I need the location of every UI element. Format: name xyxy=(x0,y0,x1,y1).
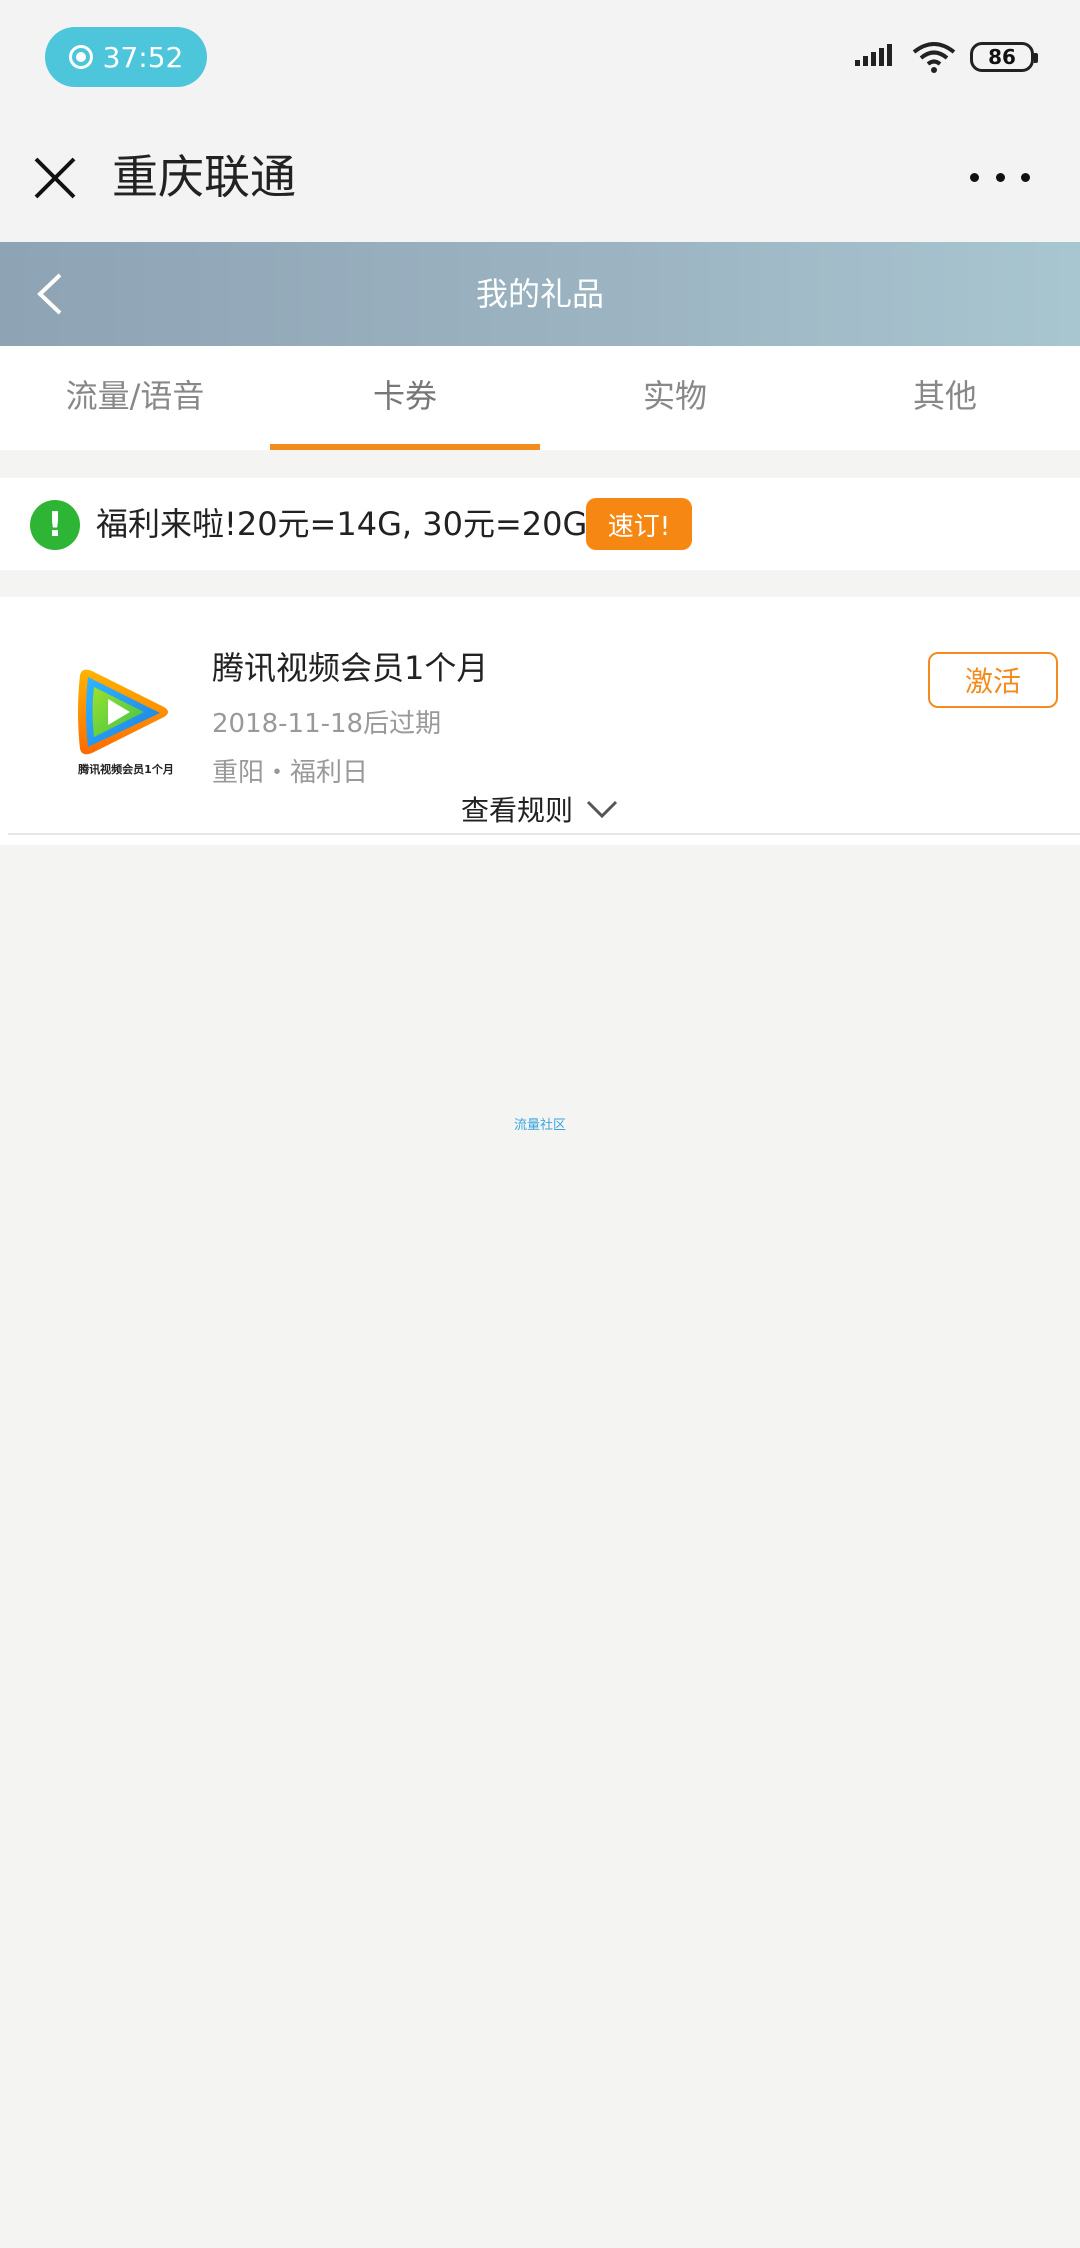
more-dot-icon xyxy=(995,172,1005,182)
tab-data-voice[interactable]: 流量/语音 xyxy=(0,346,270,450)
tab-coupons[interactable]: 卡券 xyxy=(270,346,540,450)
tab-physical[interactable]: 实物 xyxy=(540,346,810,450)
divider xyxy=(8,833,1080,835)
category-tabs: 流量/语音 卡券 实物 其他 xyxy=(0,346,1080,450)
app-title-bar: 重庆联通 xyxy=(0,115,1080,242)
status-bar: 37:52 86 xyxy=(0,0,1080,115)
wifi-icon xyxy=(912,42,956,73)
tencent-video-logo-icon xyxy=(78,669,168,755)
exclamation-icon: ! xyxy=(30,500,80,550)
view-rules-label: 查看规则 xyxy=(460,794,573,827)
back-arrow-icon[interactable] xyxy=(28,269,78,319)
promo-text: 福利来啦!20元=14G, 30元=20G! xyxy=(96,505,601,543)
recording-time: 37:52 xyxy=(102,40,184,74)
traffic-community-link[interactable]: 流量社区 xyxy=(0,1114,1080,1133)
more-dot-icon xyxy=(970,172,979,182)
coupon-title: 腾讯视频会员1个月 xyxy=(212,649,489,687)
close-icon[interactable] xyxy=(30,153,80,203)
page-title: 我的礼品 xyxy=(475,275,604,313)
coupon-expiry: 2018-11-18后过期 xyxy=(212,709,442,739)
chevron-down-icon xyxy=(586,800,618,819)
coupon-source: 重阳・福利日 xyxy=(212,758,369,788)
app-title: 重庆联通 xyxy=(112,150,296,204)
signal-icon xyxy=(855,44,892,66)
tab-other[interactable]: 其他 xyxy=(810,346,1080,450)
activate-button[interactable]: 激活 xyxy=(928,652,1058,708)
screen-recording-indicator[interactable]: 37:52 xyxy=(45,27,207,87)
thumbnail-caption: 腾讯视频会员1个月 xyxy=(78,763,174,776)
coupon-card: 腾讯视频会员1个月 腾讯视频会员1个月 2018-11-18后过期 重阳・福利日… xyxy=(0,597,1080,845)
more-dot-icon xyxy=(1021,172,1030,182)
battery-level: 86 xyxy=(988,45,1016,69)
promo-banner[interactable]: ! 福利来啦!20元=14G, 30元=20G! 速订! xyxy=(0,478,1080,570)
battery-icon: 86 xyxy=(970,42,1038,72)
more-options-button[interactable] xyxy=(970,165,1030,189)
page-header: 我的礼品 xyxy=(0,242,1080,346)
view-rules-toggle[interactable]: 查看规则 xyxy=(0,789,1080,829)
record-icon xyxy=(68,45,93,69)
quick-order-button[interactable]: 速订! xyxy=(586,498,692,550)
